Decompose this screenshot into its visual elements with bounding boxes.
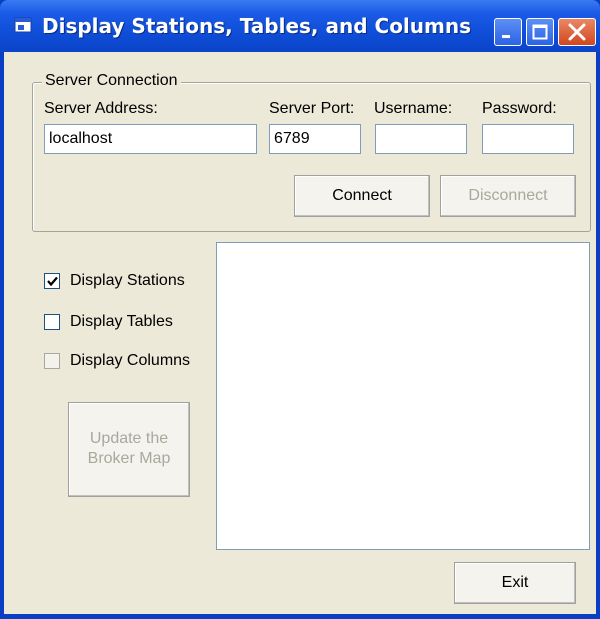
username-input[interactable] (375, 124, 467, 154)
server-address-label: Server Address: (44, 100, 158, 117)
dialog-client-area: Server Connection Server Address: Server… (4, 52, 596, 614)
server-port-input[interactable]: 6789 (269, 124, 361, 154)
checkmark-icon (47, 276, 58, 287)
server-connection-label: Server Connection (42, 72, 181, 90)
minimize-icon (502, 35, 510, 38)
results-list[interactable] (216, 242, 590, 550)
display-stations-checkbox[interactable] (44, 273, 60, 289)
display-stations-label: Display Stations (70, 272, 185, 289)
minimize-button[interactable] (494, 18, 522, 46)
update-broker-map-line1: Update the (89, 430, 169, 447)
password-label: Password: (482, 100, 557, 117)
close-button[interactable] (558, 18, 596, 46)
server-port-label: Server Port: (269, 100, 355, 117)
password-input[interactable] (482, 124, 574, 154)
close-icon (568, 23, 586, 41)
update-broker-map-line2: Broker Map (87, 450, 171, 467)
maximize-button[interactable] (526, 18, 554, 46)
display-columns-checkbox[interactable] (44, 353, 60, 369)
connect-button[interactable]: Connect (294, 175, 430, 217)
app-window-icon (14, 17, 32, 33)
title-bar[interactable]: Display Stations, Tables, and Columns (0, 0, 600, 52)
maximize-icon (532, 24, 548, 40)
window-title: Display Stations, Tables, and Columns (42, 14, 472, 38)
app-window: Display Stations, Tables, and Columns Se… (0, 0, 600, 619)
server-address-input[interactable]: localhost (44, 124, 257, 154)
display-tables-checkbox[interactable] (44, 314, 60, 330)
disconnect-button[interactable]: Disconnect (440, 175, 576, 217)
username-label: Username: (374, 100, 453, 117)
display-columns-label: Display Columns (70, 352, 191, 369)
update-broker-map-button[interactable]: Update the Broker Map (68, 402, 190, 497)
exit-button[interactable]: Exit (454, 562, 576, 604)
display-tables-label: Display Tables (70, 313, 173, 330)
